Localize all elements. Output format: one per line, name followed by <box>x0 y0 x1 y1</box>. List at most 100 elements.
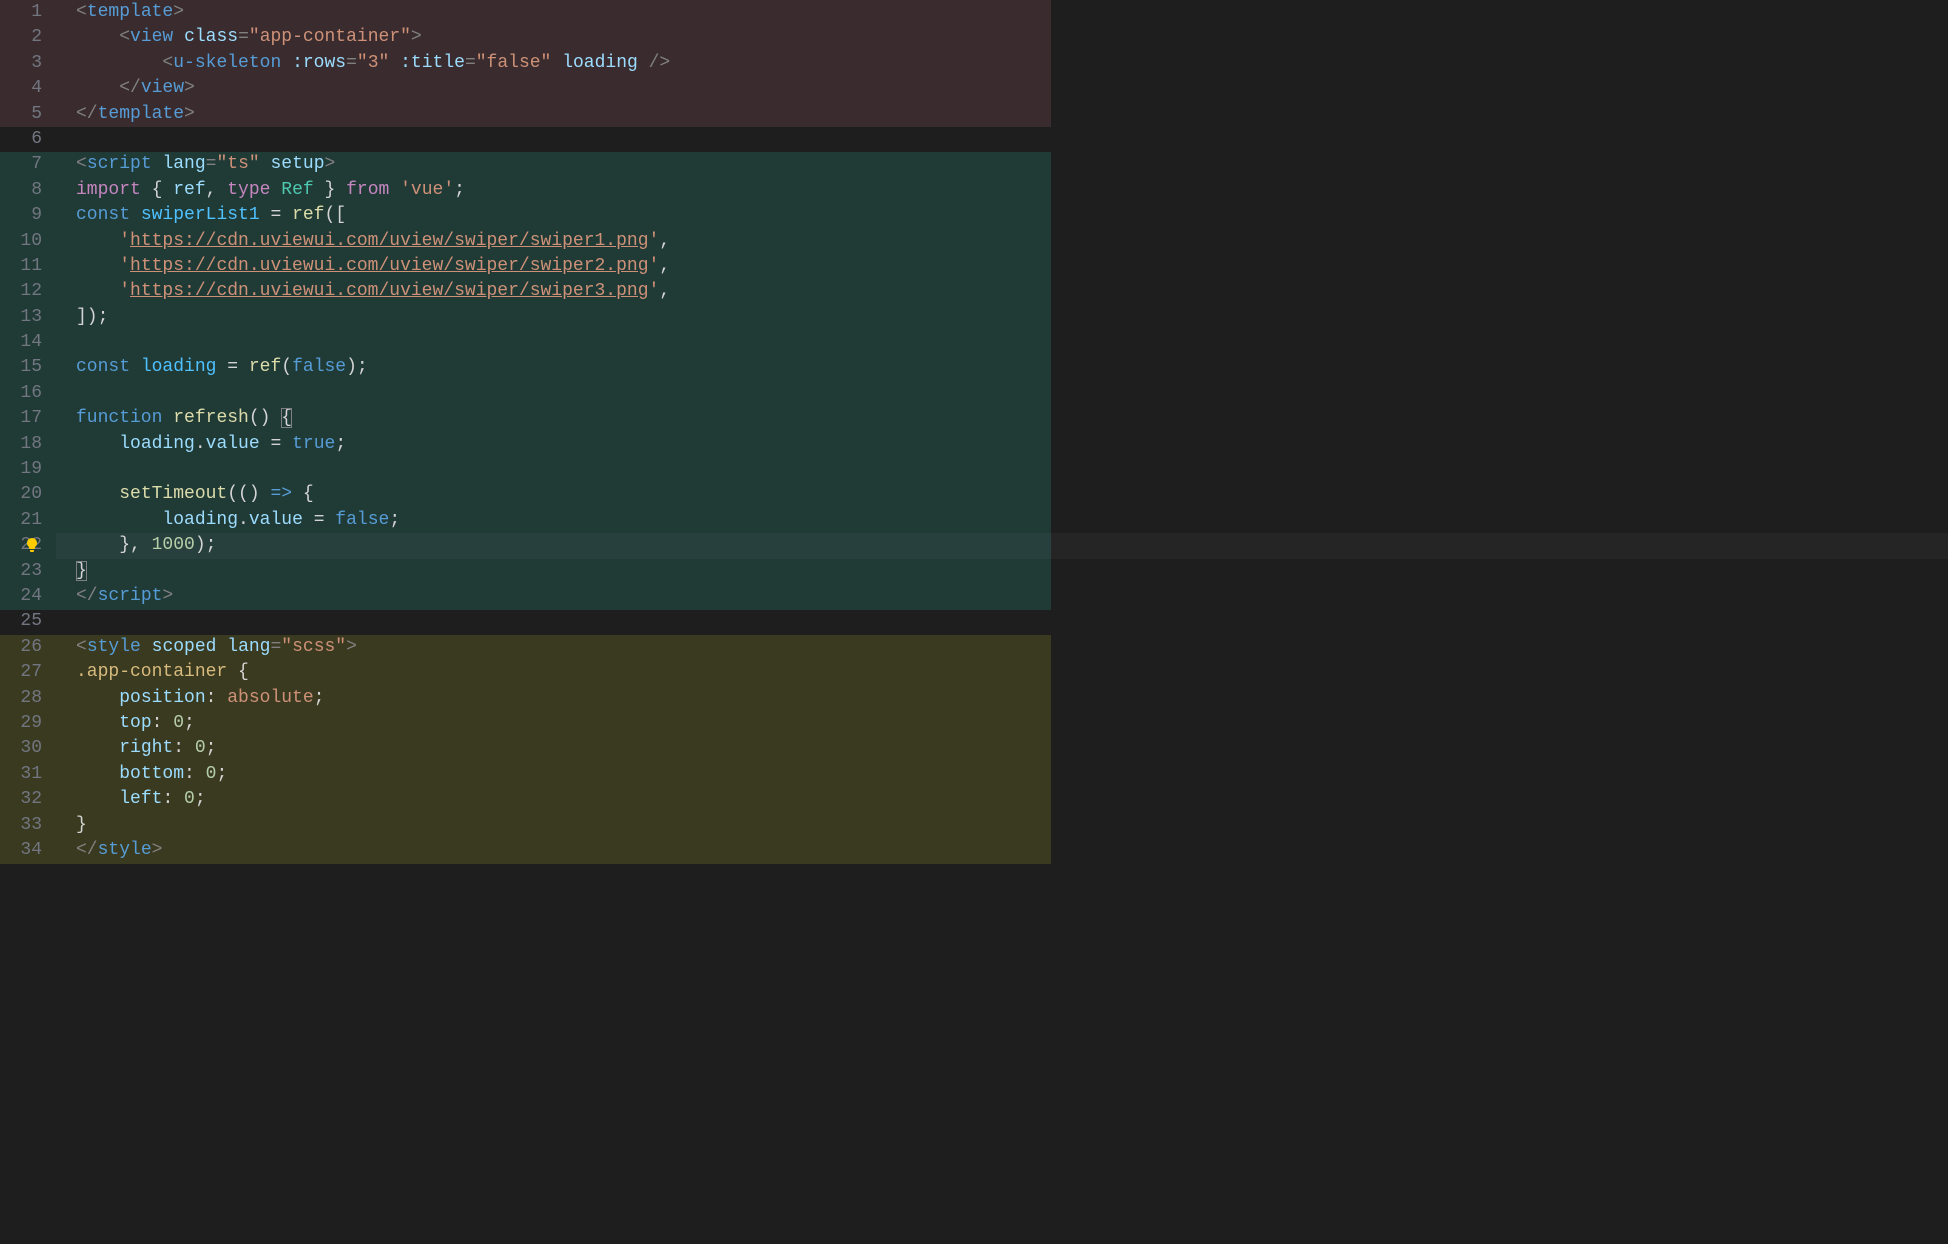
code-line[interactable]: import { ref, type Ref } from 'vue'; <box>56 178 1948 203</box>
token: > <box>346 637 357 657</box>
line-number: 23 <box>0 559 42 584</box>
token: top <box>119 713 151 733</box>
code-line[interactable]: </script> <box>56 584 1948 609</box>
code-line[interactable] <box>56 609 1948 634</box>
token <box>141 180 152 200</box>
line-number: 15 <box>0 355 42 380</box>
token: ref <box>292 205 324 225</box>
code-line[interactable]: </template> <box>56 102 1948 127</box>
token: < <box>76 637 87 657</box>
code-line[interactable]: const loading = ref(false); <box>56 355 1948 380</box>
code-line[interactable]: </style> <box>56 838 1948 863</box>
token: 0 <box>195 738 206 758</box>
token: false <box>335 510 389 530</box>
token: ; <box>195 789 206 809</box>
line-number: 29 <box>0 711 42 736</box>
token: ); <box>195 535 217 555</box>
token <box>76 256 119 276</box>
token <box>130 357 141 377</box>
token <box>260 154 271 174</box>
token: ; <box>389 510 400 530</box>
token: ; <box>216 764 227 784</box>
code-line[interactable] <box>56 457 1948 482</box>
token: true <box>292 434 335 454</box>
token: : <box>162 789 184 809</box>
token: view <box>130 27 173 47</box>
token: loading <box>141 357 217 377</box>
code-line[interactable]: bottom: 0; <box>56 762 1948 787</box>
code-line[interactable]: 'https://cdn.uviewui.com/uview/swiper/sw… <box>56 279 1948 304</box>
code-line[interactable]: 'https://cdn.uviewui.com/uview/swiper/sw… <box>56 254 1948 279</box>
code-line[interactable]: const swiperList1 = ref([ <box>56 203 1948 228</box>
code-line[interactable]: right: 0; <box>56 736 1948 761</box>
code-line[interactable] <box>56 330 1948 355</box>
code-line[interactable]: <script lang="ts" setup> <box>56 152 1948 177</box>
code-line[interactable]: 'https://cdn.uviewui.com/uview/swiper/sw… <box>56 229 1948 254</box>
code-line[interactable]: loading.value = false; <box>56 508 1948 533</box>
token: ' <box>119 231 130 251</box>
token <box>152 154 163 174</box>
token: from <box>346 180 389 200</box>
token <box>270 180 281 200</box>
token: : <box>173 738 195 758</box>
token: scoped <box>152 637 217 657</box>
code-line[interactable]: } <box>56 813 1948 838</box>
token: template <box>98 104 184 124</box>
code-line[interactable]: <template> <box>56 0 1948 25</box>
lightbulb-icon[interactable] <box>24 537 40 553</box>
code-line[interactable]: }, 1000); <box>56 533 1948 558</box>
token <box>76 53 162 73</box>
token: { <box>238 662 249 682</box>
token: bottom <box>119 764 184 784</box>
code-line[interactable]: <u-skeleton :rows="3" :title="false" loa… <box>56 51 1948 76</box>
token: < <box>76 154 87 174</box>
token: ; <box>454 180 465 200</box>
line-number: 34 <box>0 838 42 863</box>
code-area[interactable]: <template> <view class="app-container"> … <box>56 0 1948 1244</box>
code-line[interactable]: left: 0; <box>56 787 1948 812</box>
line-number: 11 <box>0 254 42 279</box>
token: :title <box>400 53 465 73</box>
line-number: 31 <box>0 762 42 787</box>
token: => <box>270 484 292 504</box>
line-number: 33 <box>0 813 42 838</box>
line-number: 19 <box>0 457 42 482</box>
code-line[interactable]: function refresh() { <box>56 406 1948 431</box>
token: } <box>76 561 87 581</box>
token: > <box>162 586 173 606</box>
token <box>638 53 649 73</box>
line-number: 7 <box>0 152 42 177</box>
code-line[interactable] <box>56 381 1948 406</box>
token <box>389 53 400 73</box>
token: right <box>119 738 173 758</box>
code-line[interactable]: ]); <box>56 305 1948 330</box>
token: ( <box>281 357 292 377</box>
token: , <box>206 180 228 200</box>
token <box>389 180 400 200</box>
code-line[interactable]: loading.value = true; <box>56 432 1948 457</box>
token <box>227 662 238 682</box>
code-line[interactable]: </view> <box>56 76 1948 101</box>
token: { <box>152 180 174 200</box>
line-number: 25 <box>0 609 42 634</box>
code-line[interactable] <box>56 127 1948 152</box>
line-number: 24 <box>0 584 42 609</box>
token <box>260 434 271 454</box>
code-line[interactable]: <style scoped lang="scss"> <box>56 635 1948 660</box>
code-line[interactable]: top: 0; <box>56 711 1948 736</box>
token: style <box>87 637 141 657</box>
code-line[interactable]: <view class="app-container"> <box>56 25 1948 50</box>
token: const <box>76 205 130 225</box>
code-editor[interactable]: 1234567891011121314151617181920212223242… <box>0 0 1948 1244</box>
token: type <box>227 180 270 200</box>
code-line[interactable]: .app-container { <box>56 660 1948 685</box>
code-line[interactable]: } <box>56 559 1948 584</box>
token <box>76 738 119 758</box>
token: < <box>162 53 173 73</box>
token <box>76 535 119 555</box>
code-line[interactable]: position: absolute; <box>56 686 1948 711</box>
code-line[interactable]: setTimeout(() => { <box>56 482 1948 507</box>
token: ([ <box>324 205 346 225</box>
token: . <box>238 510 249 530</box>
token <box>216 357 227 377</box>
